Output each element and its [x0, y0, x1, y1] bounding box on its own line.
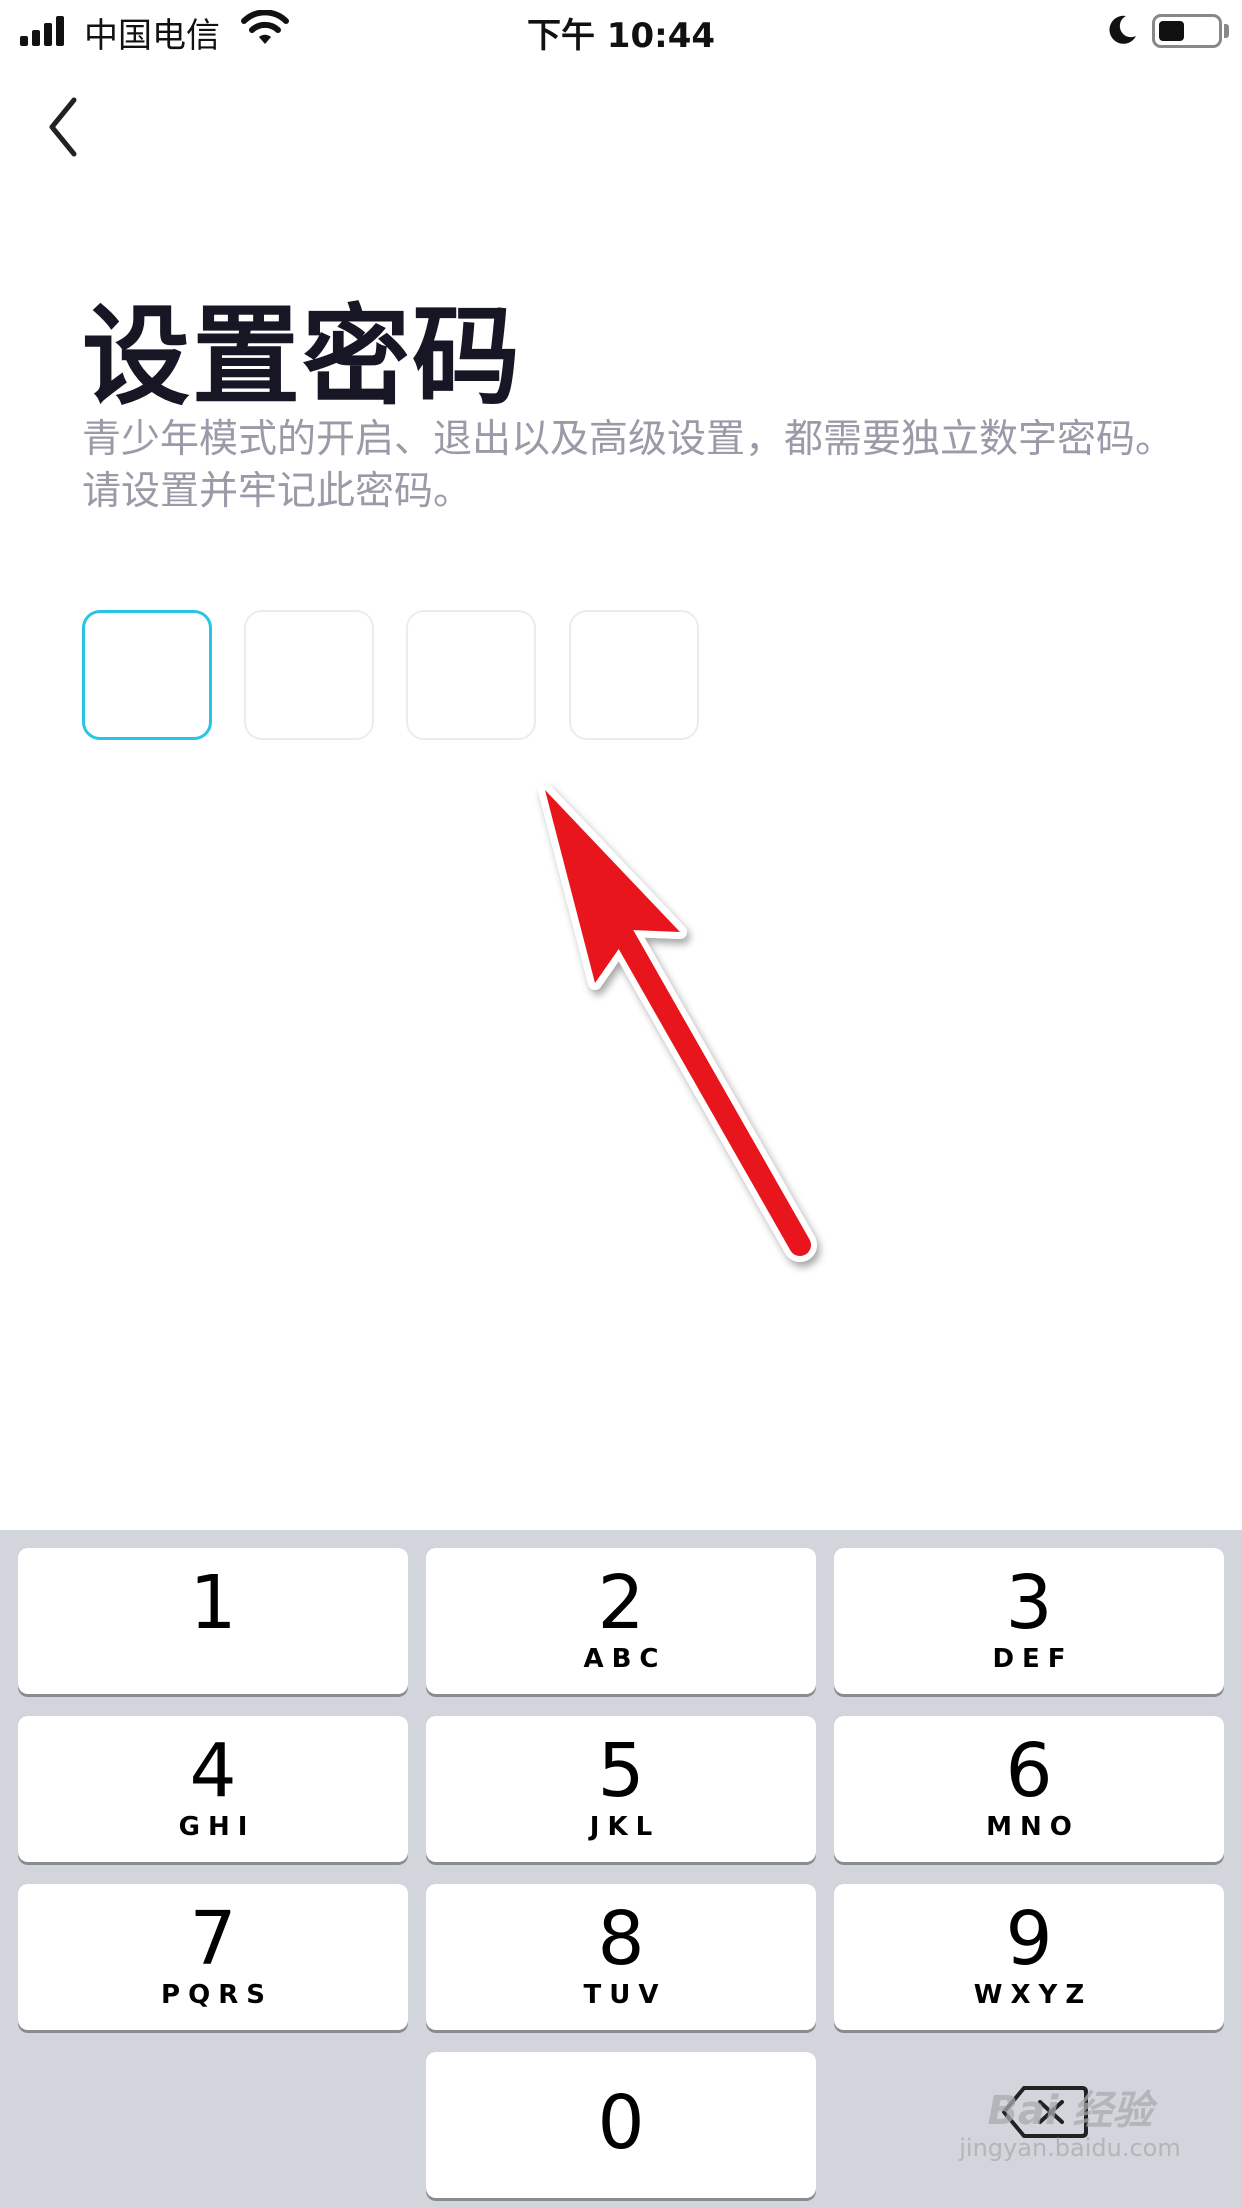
key-4[interactable]: 4 GHI: [18, 1716, 408, 1862]
page-description: 青少年模式的开启、退出以及高级设置，都需要独立数字密码。请设置并牢记此密码。: [82, 417, 1175, 514]
passcode-digit-box-4[interactable]: [569, 610, 699, 740]
battery-nub: [1224, 24, 1229, 38]
key-2[interactable]: 2 ABC: [426, 1548, 816, 1694]
passcode-digit-box-2[interactable]: [244, 610, 374, 740]
passcode-digit-box-3[interactable]: [406, 610, 536, 740]
key-8[interactable]: 8 TUV: [426, 1884, 816, 2030]
key-9[interactable]: 9 WXYZ: [834, 1884, 1224, 2030]
key-3[interactable]: 3 DEF: [834, 1548, 1224, 1694]
battery-icon: [1152, 14, 1222, 48]
key-0[interactable]: 0: [426, 2052, 816, 2198]
passcode-digit-box-1[interactable]: [82, 610, 212, 740]
back-chevron-icon[interactable]: [40, 92, 90, 162]
key-7[interactable]: 7 PQRS: [18, 1884, 408, 2030]
battery-level: [1159, 21, 1184, 41]
do-not-disturb-moon-icon: [1109, 15, 1136, 44]
key-1[interactable]: 1: [18, 1548, 408, 1694]
key-5[interactable]: 5 JKL: [426, 1716, 816, 1862]
baidu-jingyan-watermark: Bai 经验 jingyan.baidu.com: [959, 2088, 1181, 2162]
status-time: 下午 10:44: [526, 16, 716, 56]
key-6[interactable]: 6 MNO: [834, 1716, 1224, 1862]
page-title: 设置密码: [82, 295, 523, 420]
status-bar: 中国电信 下午 10:44: [0, 0, 1242, 64]
